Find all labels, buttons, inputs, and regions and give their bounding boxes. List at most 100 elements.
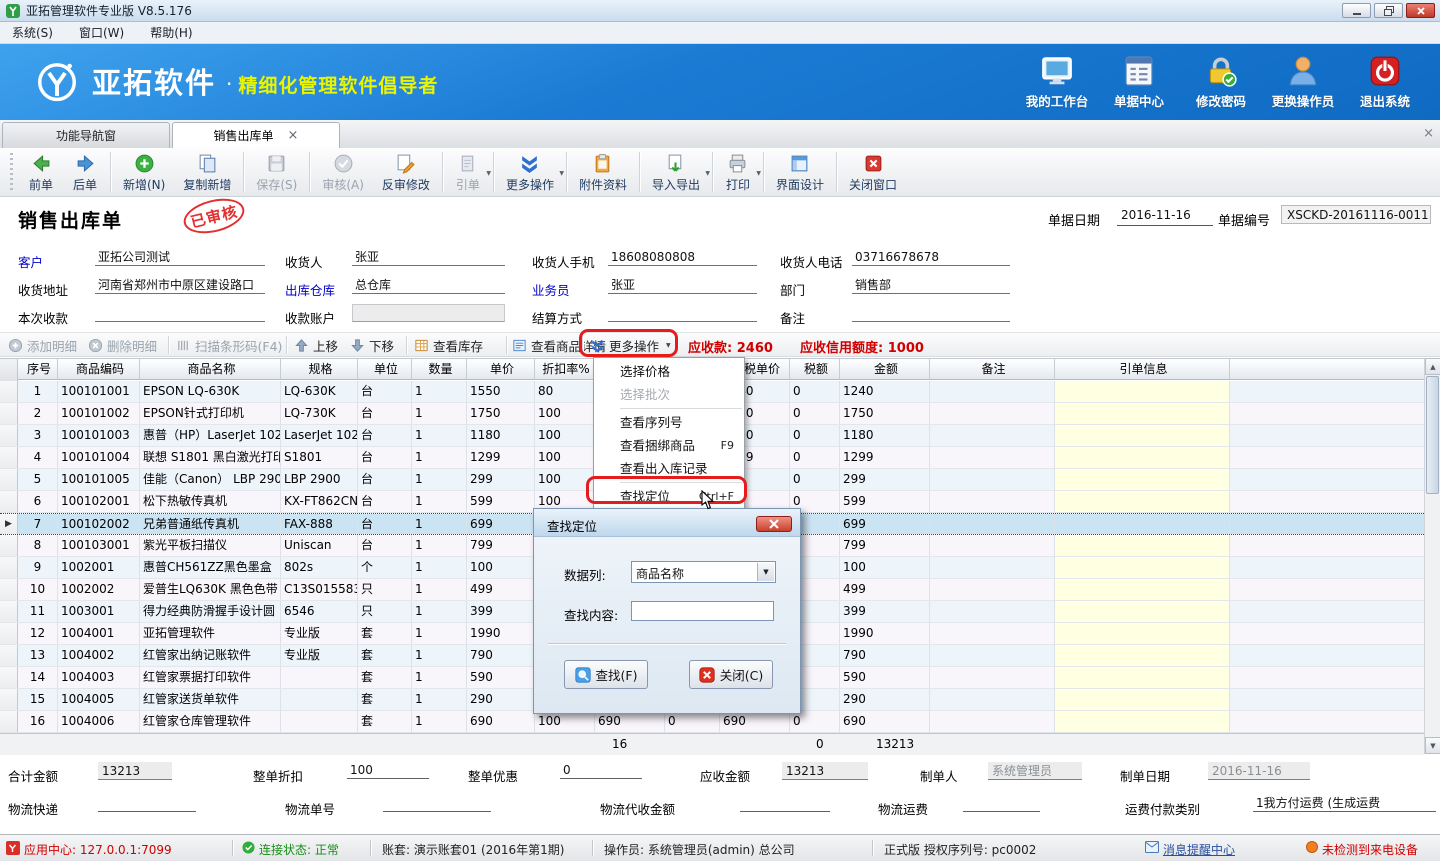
menu-system[interactable]: 系统(S) — [12, 24, 53, 41]
tabstrip-close-icon[interactable]: × — [1423, 126, 1434, 141]
connection-status: 连接状态: 正常 — [259, 841, 339, 858]
salesman-label[interactable]: 业务员 — [532, 280, 570, 299]
cod-field[interactable] — [740, 795, 830, 812]
header-action-0[interactable]: 我的工作台 — [1016, 55, 1098, 110]
order-discount-field[interactable]: 100 — [347, 762, 429, 779]
column-header[interactable]: 数量 — [412, 359, 467, 380]
detail-toolbar-move-down-button[interactable]: 下移 — [350, 335, 394, 355]
total-field: 13213 — [98, 762, 172, 780]
scroll-down-icon[interactable]: ▼ — [1425, 737, 1440, 754]
dialog-close-button[interactable] — [756, 516, 792, 532]
table-row[interactable]: 161004006红管家仓库管理软件套169010069006900690 — [0, 711, 1424, 733]
main-toolbar: 前单后单新增(N)复制新增保存(S)审核(A)反审修改引单▼更多操作▼附件资料导… — [0, 148, 1440, 197]
find-locate-dialog[interactable]: 查找定位 数据列: 商品名称 ▼ 查找内容: 查找(F) 关闭(C) — [533, 508, 801, 714]
column-header[interactable]: 单位 — [358, 359, 412, 380]
toolbar-import-export-button[interactable]: 导入导出▼ — [643, 150, 709, 195]
column-header[interactable]: 备注 — [930, 359, 1055, 380]
menu-help[interactable]: 帮助(H) — [150, 24, 192, 41]
warehouse-field[interactable]: 总仓库 — [352, 276, 505, 294]
menu-item-0[interactable]: 选择价格 — [594, 360, 744, 383]
brand-banner: 亚拓软件 · 精细化管理软件倡导者 我的工作台单据中心修改密码更换操作员退出系统 — [0, 44, 1440, 120]
scroll-up-icon[interactable]: ▲ — [1425, 358, 1440, 375]
dialog-close-action-button[interactable]: 关闭(C) — [689, 660, 773, 689]
bill-date-field[interactable]: 2016-11-16 — [1117, 206, 1213, 226]
remark-field[interactable] — [852, 304, 1010, 322]
toolbar-attachment-button[interactable]: 附件资料 — [570, 150, 636, 195]
toolbar-ui-design-button[interactable]: 界面设计 — [767, 150, 833, 195]
payment-field[interactable] — [95, 304, 265, 322]
message-center-link[interactable]: 消息提醒中心 — [1163, 841, 1235, 858]
column-header[interactable]: 折扣率% — [535, 359, 595, 380]
dept-field[interactable]: 销售部 — [852, 276, 1010, 294]
brand-actions: 我的工作台单据中心修改密码更换操作员退出系统 — [1016, 55, 1426, 110]
create-date-field: 2016-11-16 — [1208, 762, 1310, 780]
column-header[interactable]: 序号 — [18, 359, 58, 380]
header-action-4[interactable]: 退出系统 — [1344, 55, 1426, 110]
freight-type-field[interactable]: 1我方付运费 (生成运费 — [1253, 795, 1436, 812]
tab-sales-outbound[interactable]: 销售出库单× — [172, 122, 340, 148]
restore-button[interactable] — [1374, 3, 1403, 18]
salesman-field[interactable]: 张亚 — [608, 276, 757, 294]
row-indicator — [0, 447, 18, 468]
toolbar-add-button[interactable]: 新增(N) — [114, 150, 174, 195]
vertical-scrollbar[interactable]: ▲ ▼ — [1424, 358, 1440, 754]
dialog-titlebar[interactable]: 查找定位 — [534, 509, 800, 537]
column-header[interactable]: 商品名称 — [140, 359, 281, 380]
chevron-down-icon[interactable]: ▼ — [486, 170, 491, 177]
scrollbar-thumb[interactable] — [1426, 376, 1439, 494]
customer-label[interactable]: 客户 — [18, 252, 43, 271]
minimize-button[interactable] — [1342, 3, 1371, 18]
toolbar-unaudit-button[interactable]: 反审修改 — [373, 150, 439, 195]
toolbar-copy-add-button[interactable]: 复制新增 — [174, 150, 240, 195]
column-header[interactable]: 引单信息 — [1055, 359, 1230, 380]
toolbar-prev-button[interactable]: 前单 — [19, 150, 63, 195]
more-ops-icon — [519, 153, 540, 174]
detail-toolbar-view-stock-button[interactable]: 查看库存 — [414, 335, 483, 355]
chevron-down-icon[interactable]: ▼ — [559, 170, 564, 177]
toolbar-print-button[interactable]: 打印▼ — [716, 150, 760, 195]
waybill-field[interactable] — [383, 795, 491, 812]
tab-nav-window[interactable]: 功能导航窗 — [2, 122, 170, 148]
warehouse-label[interactable]: 出库仓库 — [285, 280, 335, 299]
customer-field[interactable]: 亚拓公司测试 — [95, 248, 265, 266]
detail-toolbar: 应收款: 2460 应收信用额度: 1000 添加明细删除明细扫描条形码(F4)… — [0, 332, 1440, 357]
header-action-3[interactable]: 更换操作员 — [1262, 55, 1344, 110]
mobile-field[interactable]: 18608080808 — [608, 248, 757, 266]
phone-field[interactable]: 03716678678 — [852, 248, 1010, 266]
settle-field[interactable] — [608, 304, 757, 322]
column-header[interactable]: 规格 — [281, 359, 358, 380]
data-column-select[interactable]: 商品名称 ▼ — [631, 561, 776, 583]
order-promo-field[interactable]: 0 — [560, 762, 642, 779]
column-header[interactable]: 商品编码 — [58, 359, 140, 380]
header-action-1[interactable]: 单据中心 — [1098, 55, 1180, 110]
row-indicator — [0, 425, 18, 446]
row-indicator — [0, 469, 18, 490]
find-button[interactable]: 查找(F) — [564, 660, 648, 689]
toolbar-more-ops-button[interactable]: 更多操作▼ — [497, 150, 563, 195]
find-content-input[interactable] — [631, 601, 774, 621]
express-field[interactable] — [98, 795, 196, 812]
page-title: 销售出库单 — [18, 206, 123, 233]
menu-window[interactable]: 窗口(W) — [79, 24, 124, 41]
column-header[interactable]: 单价 — [467, 359, 535, 380]
header-action-2[interactable]: 修改密码 — [1180, 55, 1262, 110]
detail-toolbar-move-up-button[interactable]: 上移 — [294, 335, 338, 355]
close-button[interactable] — [1406, 3, 1435, 18]
toolbar-close-window-button[interactable]: 关闭窗口 — [840, 150, 906, 195]
window-titlebar[interactable]: 亚拓管理软件专业版 V8.5.176 — [0, 0, 1440, 22]
column-header[interactable]: 金额 — [840, 359, 930, 380]
chevron-down-icon[interactable]: ▼ — [756, 170, 761, 177]
chevron-down-icon[interactable]: ▼ — [705, 170, 710, 177]
chevron-down-icon[interactable]: ▼ — [757, 563, 774, 581]
detail-icon — [512, 338, 527, 353]
freight-field[interactable] — [963, 795, 1040, 812]
toolbar-next-button[interactable]: 后单 — [63, 150, 107, 195]
menu-item-4[interactable]: 查看捆绑商品F9 — [594, 434, 744, 457]
menu-item-3[interactable]: 查看序列号 — [594, 411, 744, 434]
column-header[interactable]: 税额 — [790, 359, 840, 380]
arrow-left-icon — [31, 153, 52, 174]
consignee-field[interactable]: 张亚 — [352, 248, 505, 266]
account-set: 账套: 演示账套01 (2016年第1期) — [382, 841, 564, 858]
address-field[interactable]: 河南省郑州市中原区建设路口 — [95, 276, 265, 294]
tab-close-icon[interactable]: × — [288, 128, 299, 143]
